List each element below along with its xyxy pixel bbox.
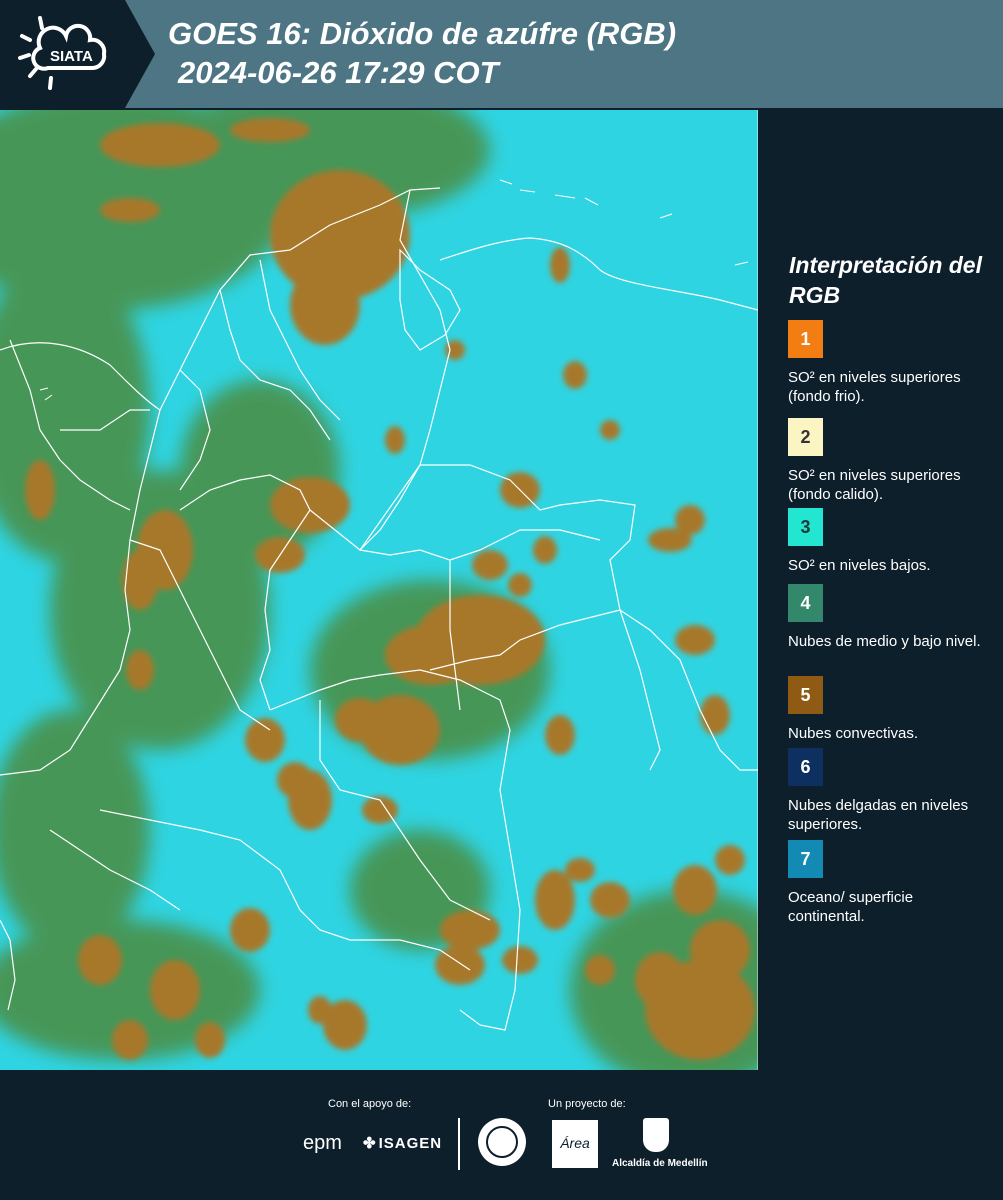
legend-text-5: Nubes convectivas. bbox=[788, 725, 919, 742]
alcaldia-shield-icon[interactable] bbox=[643, 1118, 669, 1152]
isagen-mark-icon: ✤ bbox=[363, 1135, 377, 1152]
legend-swatch-4: 4 bbox=[788, 584, 823, 622]
legend-text-2: SO² en niveles superiores (fondo calido)… bbox=[788, 467, 961, 503]
support-caption: Con el apoyo de: bbox=[328, 1098, 412, 1110]
legend-swatch-1: 1 bbox=[788, 320, 823, 358]
legend-item-2: 2 SO² en niveles superiores (fondo calid… bbox=[788, 418, 993, 504]
legend-swatch-6: 6 bbox=[788, 748, 823, 786]
footer-divider bbox=[458, 1118, 460, 1170]
legend-item-4: 4 Nubes de medio y bajo nivel. bbox=[788, 584, 993, 651]
legend-text-1: SO² en niveles superiores (fondo frio). bbox=[788, 369, 961, 405]
satellite-map[interactable] bbox=[0, 110, 758, 1070]
siata-logo[interactable]: SIATA bbox=[0, 0, 155, 108]
isagen-label: ISAGEN bbox=[378, 1135, 443, 1152]
legend-text-4: Nubes de medio y bajo nivel. bbox=[788, 633, 981, 650]
epm-logo[interactable]: epm bbox=[303, 1132, 342, 1155]
legend-panel: Interpretación del RGB 1 SO² en niveles … bbox=[760, 110, 1003, 1070]
timestamp-title: 2024-06-26 17:29 COT bbox=[178, 55, 499, 90]
legend-text-3: SO² en niveles bajos. bbox=[788, 557, 931, 574]
legend-title: Interpretación del RGB bbox=[789, 252, 982, 308]
legend-swatch-3: 3 bbox=[788, 508, 823, 546]
header-banner: SIATA GOES 16: Dióxido de azúfre (RGB) 2… bbox=[0, 0, 1003, 108]
seal-ring-icon bbox=[486, 1126, 518, 1158]
legend-text-7: Oceano/ superficie continental. bbox=[788, 889, 914, 925]
alcaldia-label: Alcaldía de Medellín bbox=[612, 1158, 708, 1169]
legend-item-1: 1 SO² en niveles superiores (fondo frio)… bbox=[788, 320, 993, 406]
legend-swatch-7: 7 bbox=[788, 840, 823, 878]
isagen-logo[interactable]: ✤ ISAGEN bbox=[363, 1134, 442, 1152]
legend-item-5: 5 Nubes convectivas. bbox=[788, 676, 993, 743]
medellin-seal-logo[interactable] bbox=[478, 1118, 526, 1166]
legend-text-6: Nubes delgadas en niveles superiores. bbox=[788, 797, 969, 833]
project-caption: Un proyecto de: bbox=[548, 1098, 626, 1110]
legend-swatch-2: 2 bbox=[788, 418, 823, 456]
legend-item-3: 3 SO² en niveles bajos. bbox=[788, 508, 993, 575]
legend-swatch-5: 5 bbox=[788, 676, 823, 714]
legend-item-6: 6 Nubes delgadas en niveles superiores. bbox=[788, 748, 993, 834]
logo-text: SIATA bbox=[50, 48, 93, 65]
footer: Con el apoyo de: Un proyecto de: epm ✤ IS… bbox=[0, 1070, 1003, 1200]
legend-item-7: 7 Oceano/ superficie continental. bbox=[788, 840, 993, 926]
area-metropolitana-logo[interactable]: Área bbox=[552, 1120, 598, 1168]
page-title: GOES 16: Dióxido de azúfre (RGB) bbox=[168, 16, 677, 51]
